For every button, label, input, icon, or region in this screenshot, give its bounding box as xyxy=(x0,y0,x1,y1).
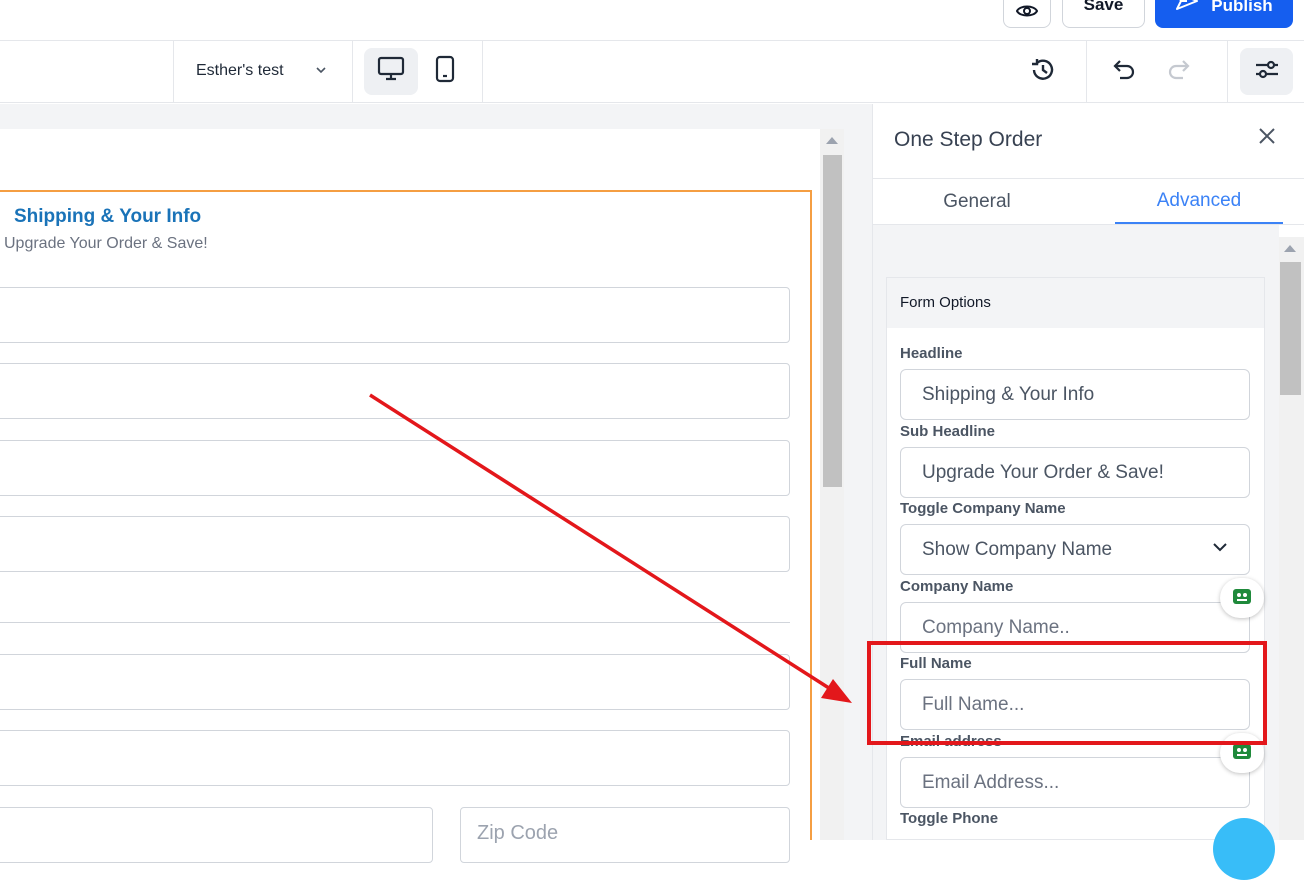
form-headline[interactable]: Shipping & Your Info xyxy=(14,206,201,228)
help-chat-button[interactable] xyxy=(1213,818,1275,880)
undo-icon xyxy=(1111,57,1137,88)
selected-element-outline xyxy=(810,190,812,840)
sliders-icon xyxy=(1254,58,1280,85)
assistant-button[interactable] xyxy=(1220,578,1264,618)
panel-title: One Step Order xyxy=(894,128,1043,151)
history-button[interactable] xyxy=(1025,54,1061,90)
sub-headline-input[interactable]: Upgrade Your Order & Save! xyxy=(900,447,1250,498)
tab-advanced[interactable]: Advanced xyxy=(1115,179,1283,224)
select-value: Show Company Name xyxy=(922,538,1113,560)
form-field[interactable] xyxy=(0,516,790,572)
form-field[interactable] xyxy=(0,807,433,863)
annotation-highlight-box xyxy=(867,641,1267,745)
form-field[interactable] xyxy=(0,363,790,419)
canvas-scroll-thumb[interactable] xyxy=(823,155,842,487)
publish-button[interactable]: Publish xyxy=(1155,0,1293,28)
chevron-down-icon[interactable] xyxy=(314,63,328,82)
chevron-down-icon xyxy=(1212,539,1228,561)
redo-icon xyxy=(1166,57,1192,88)
zip-code-field[interactable]: Zip Code xyxy=(460,807,790,863)
send-icon xyxy=(1175,0,1199,16)
field-label: Headline xyxy=(900,345,963,362)
redo-button[interactable] xyxy=(1161,54,1197,90)
save-button[interactable]: Save xyxy=(1062,0,1145,28)
panel-scroll-thumb[interactable] xyxy=(1280,262,1301,395)
headline-input[interactable]: Shipping & Your Info xyxy=(900,369,1250,420)
history-icon xyxy=(1029,56,1057,89)
scroll-up-arrow[interactable] xyxy=(1284,245,1296,252)
eye-icon xyxy=(1015,3,1039,24)
desktop-icon xyxy=(377,56,405,87)
toolbar-divider xyxy=(1086,41,1087,103)
top-bar: Save Publish xyxy=(0,0,1304,41)
field-label: Sub Headline xyxy=(900,423,996,440)
form-field[interactable] xyxy=(0,440,790,496)
publish-label: Publish xyxy=(1211,0,1273,15)
toolbar-divider xyxy=(173,41,174,103)
form-divider xyxy=(0,622,790,623)
section-title: Form Options xyxy=(900,294,991,311)
robot-icon xyxy=(1231,586,1253,611)
form-field[interactable] xyxy=(0,730,790,786)
email-input[interactable]: Email Address... xyxy=(900,757,1250,808)
close-icon xyxy=(1257,126,1277,151)
close-button[interactable] xyxy=(1254,125,1280,151)
mobile-view-button[interactable] xyxy=(424,48,466,95)
desktop-view-button[interactable] xyxy=(364,48,418,95)
field-label: Company Name xyxy=(900,578,1014,595)
toolbar-divider xyxy=(1227,41,1228,103)
field-label: Toggle Company Name xyxy=(900,500,1066,517)
mobile-icon xyxy=(435,55,455,88)
scroll-up-arrow[interactable] xyxy=(826,137,838,144)
editor-toolbar: Esther's test xyxy=(0,41,1304,103)
form-field[interactable] xyxy=(0,654,790,710)
toolbar-divider xyxy=(482,41,483,103)
toolbar-divider xyxy=(352,41,353,103)
settings-toggle-button[interactable] xyxy=(1240,48,1293,95)
form-field[interactable] xyxy=(0,287,790,343)
toggle-company-select[interactable]: Show Company Name xyxy=(900,524,1250,575)
field-label: Toggle Phone xyxy=(900,810,999,827)
selected-element-outline xyxy=(0,190,812,192)
form-subheadline[interactable]: Upgrade Your Order & Save! xyxy=(4,235,208,253)
preview-button[interactable] xyxy=(1003,0,1051,28)
page-selector[interactable]: Esther's test xyxy=(196,62,284,80)
tab-general[interactable]: General xyxy=(872,179,1082,224)
undo-button[interactable] xyxy=(1106,54,1142,90)
